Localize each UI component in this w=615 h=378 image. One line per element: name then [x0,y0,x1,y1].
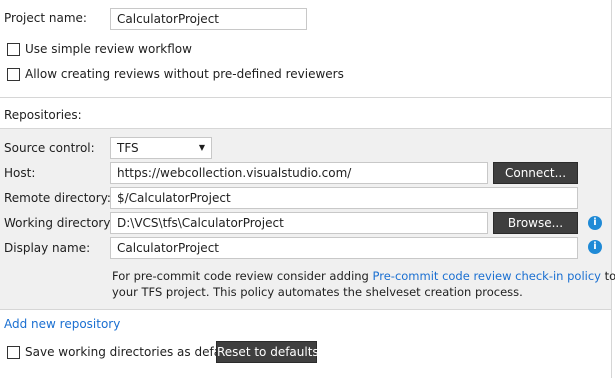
repositories-heading: Repositories: [4,108,82,122]
source-control-value: TFS [117,141,139,155]
save-default-checkbox[interactable] [7,346,20,359]
reset-defaults-button[interactable]: Reset to defaults [216,341,319,363]
policy-note-text: For pre-commit code review consider addi… [112,269,373,283]
save-default-label: Save working directories as default [25,345,237,359]
window-border [611,0,612,378]
section-divider [0,97,611,98]
display-name-label: Display name: [4,241,91,255]
policy-note: For pre-commit code review consider addi… [112,268,615,300]
display-name-input[interactable]: CalculatorProject [110,237,578,259]
simple-review-label: Use simple review workflow [25,42,192,56]
dropdown-arrow-icon: ▼ [198,143,205,152]
host-input[interactable]: https://webcollection.visualstudio.com/ [110,162,488,184]
display-name-info-icon[interactable]: i [588,240,602,254]
simple-review-checkbox[interactable] [7,43,20,56]
source-control-select[interactable]: TFS ▼ [110,137,212,159]
source-control-label: Source control: [4,141,95,155]
working-directory-input[interactable]: D:\VCS\tfs\CalculatorProject [110,212,488,234]
project-name-label: Project name: [4,11,87,25]
connect-button[interactable]: Connect... [493,162,578,184]
remote-directory-label: Remote directory: [4,191,111,205]
allow-reviews-label: Allow creating reviews without pre-defin… [25,67,344,81]
browse-button[interactable]: Browse... [493,212,578,234]
policy-note-suffix: to [600,269,615,283]
working-directory-label: Working directory: [4,216,114,230]
remote-directory-input[interactable]: $/CalculatorProject [110,187,578,209]
host-label: Host: [4,166,36,180]
policy-note-line2: your TFS project. This policy automates … [112,285,523,299]
project-name-input[interactable]: CalculatorProject [110,8,307,30]
add-repository-link[interactable]: Add new repository [4,316,120,332]
working-directory-info-icon[interactable]: i [588,216,602,230]
policy-link[interactable]: Pre-commit code review check-in policy [373,269,601,283]
allow-reviews-checkbox[interactable] [7,68,20,81]
